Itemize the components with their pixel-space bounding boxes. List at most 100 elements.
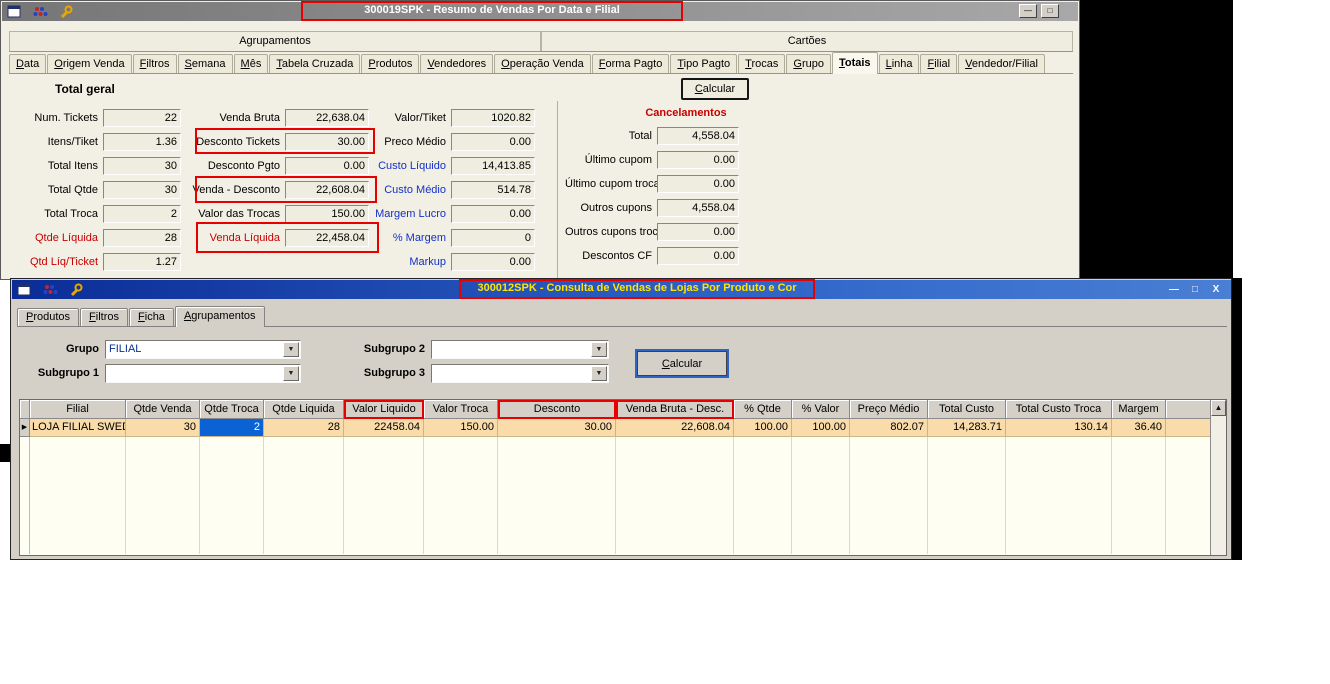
close-button[interactable]: X <box>1209 283 1223 296</box>
tab-data[interactable]: Data <box>9 54 47 73</box>
field-row: Markup 0.00 <box>333 253 535 271</box>
subgrupo3-combobox[interactable]: ▼ <box>431 364 609 383</box>
chevron-down-icon[interactable]: ▼ <box>283 366 299 381</box>
cell-qtde-liquida[interactable]: 28 <box>264 419 344 437</box>
minimize-button[interactable]: — <box>1019 4 1037 18</box>
screen: 300019SPK - Resumo de Vendas Por Data e … <box>0 0 1330 684</box>
tab-grupo[interactable]: Grupo <box>786 54 831 73</box>
calcular-button-resumo[interactable]: Calcular <box>681 78 749 100</box>
outros-cupons-value: 4,558.04 <box>657 199 739 217</box>
cell-margem[interactable]: 36.40 <box>1112 419 1166 437</box>
maximize-button[interactable]: □ <box>1041 4 1059 18</box>
col-header-valor-liquido[interactable]: Valor Liquido <box>344 400 424 419</box>
subgrupo2-combobox[interactable]: ▼ <box>431 340 609 359</box>
table-row[interactable]: ▶ LOJA FILIAL SWEDA 30 2 28 22458.04 150… <box>20 419 1212 437</box>
tab-filtros[interactable]: Filtros <box>80 308 129 326</box>
group-tabset: Agrupamentos Cartões <box>9 31 1073 52</box>
col-header-qtde-liquida[interactable]: Qtde Liquida <box>264 400 344 419</box>
cell-preco-medio[interactable]: 802.07 <box>850 419 928 437</box>
calcular-button-consulta[interactable]: Calcular <box>637 351 727 376</box>
qtd-liq-ticket-label: Qtd Líq/Ticket <box>29 256 98 268</box>
group-tab-agrupamentos[interactable]: Agrupamentos <box>9 31 541 51</box>
outros-cupons-label: Outros cupons <box>580 202 652 214</box>
grupo-combobox[interactable]: FILIAL ▼ <box>105 340 301 359</box>
cell-total-custo[interactable]: 14,283.71 <box>928 419 1006 437</box>
background-fragment <box>0 444 10 462</box>
group-tab-cartoes[interactable]: Cartões <box>541 31 1073 51</box>
ultimo-cupom-value: 0.00 <box>657 151 739 169</box>
col-header-valor-troca[interactable]: Valor Troca <box>424 400 498 419</box>
tab-filtros[interactable]: Filtros <box>132 54 177 73</box>
marker-column-header <box>20 400 30 419</box>
col-header-total-custo[interactable]: Total Custo <box>928 400 1006 419</box>
tab-forma-pagto[interactable]: Forma Pagto <box>591 54 670 73</box>
total-qtde-label: Total Qtde <box>47 184 98 196</box>
tab-tabela-cruzada[interactable]: Tabela Cruzada <box>269 54 361 73</box>
cell-total-custo-troca[interactable]: 130.14 <box>1006 419 1112 437</box>
tab-vendedores[interactable]: Vendedores <box>420 54 494 73</box>
cancel-total-value: 4,558.04 <box>657 127 739 145</box>
body-col <box>126 437 200 554</box>
body-col <box>344 437 424 554</box>
wrench-icon[interactable] <box>59 5 75 19</box>
col-header-pct-valor[interactable]: % Valor <box>792 400 850 419</box>
total-troca-label: Total Troca <box>44 208 98 220</box>
chevron-down-icon[interactable]: ▼ <box>283 342 299 357</box>
tab-linha[interactable]: Linha <box>878 54 920 73</box>
tab-semana[interactable]: Semana <box>177 54 233 73</box>
tab-operacao-venda[interactable]: Operação Venda <box>494 54 591 73</box>
col-header-pct-qtde[interactable]: % Qtde <box>734 400 792 419</box>
scroll-up-icon[interactable]: ▲ <box>1211 400 1226 416</box>
tab-tipo-pagto[interactable]: Tipo Pagto <box>670 54 738 73</box>
tab-mes[interactable]: Mês <box>233 54 269 73</box>
tab-ficha[interactable]: Ficha <box>129 308 174 326</box>
cell-pct-qtde[interactable]: 100.00 <box>734 419 792 437</box>
wrench-icon[interactable] <box>69 283 85 297</box>
cell-venda-bruta-desc[interactable]: 22,608.04 <box>616 419 734 437</box>
minimize-button[interactable]: — <box>1167 283 1181 296</box>
cell-pct-valor[interactable]: 100.00 <box>792 419 850 437</box>
totals-column-quantities: Num. Tickets 22 Itens/Tiket 1.36 Total Ite… <box>7 109 181 277</box>
vertical-scrollbar[interactable]: ▲ <box>1210 400 1226 555</box>
col-header-total-custo-troca[interactable]: Total Custo Troca <box>1006 400 1112 419</box>
cell-desconto[interactable]: 30.00 <box>498 419 616 437</box>
cell-valor-troca[interactable]: 150.00 <box>424 419 498 437</box>
desktop-background <box>1080 0 1233 280</box>
col-header-preco-medio[interactable]: Preço Médio <box>850 400 928 419</box>
body-col <box>792 437 850 554</box>
cell-qtde-venda[interactable]: 30 <box>126 419 200 437</box>
tab-produtos[interactable]: Produtos <box>361 54 420 73</box>
desconto-tickets-label: Desconto Tickets <box>196 136 280 148</box>
cell-filial[interactable]: LOJA FILIAL SWEDA <box>30 419 126 437</box>
subgrupo1-combobox[interactable]: ▼ <box>105 364 301 383</box>
team-dots-icon[interactable] <box>43 283 59 297</box>
col-header-desconto[interactable]: Desconto <box>498 400 616 419</box>
cell-qtde-troca-selected[interactable]: 2 <box>200 419 264 437</box>
col-header-qtde-venda[interactable]: Qtde Venda <box>126 400 200 419</box>
app-window-icon[interactable] <box>7 5 23 19</box>
col-header-qtde-troca[interactable]: Qtde Troca <box>200 400 264 419</box>
grupo-label: Grupo <box>66 343 99 355</box>
tab-filial[interactable]: Filial <box>920 54 958 73</box>
col-header-venda-bruta-desc[interactable]: Venda Bruta - Desc. <box>616 400 734 419</box>
tab-totais[interactable]: Totais <box>831 52 878 74</box>
venda-desconto-label: Venda - Desconto <box>192 184 280 196</box>
col-header-margem[interactable]: Margem <box>1112 400 1166 419</box>
chevron-down-icon[interactable]: ▼ <box>591 342 607 357</box>
team-dots-icon[interactable] <box>33 5 49 19</box>
cell-valor-liquido[interactable]: 22458.04 <box>344 419 424 437</box>
desconto-pgto-label: Desconto Pgto <box>207 160 280 172</box>
tab-origem-venda[interactable]: Origem Venda <box>47 54 132 73</box>
tab-trocas[interactable]: Trocas <box>738 54 786 73</box>
tab-produtos[interactable]: Produtos <box>17 308 80 326</box>
window-title-consulta: 300012SPK - Consulta de Vendas de Lojas … <box>459 279 815 299</box>
app-window-icon[interactable] <box>17 283 33 297</box>
tab-vendedor-filial[interactable]: Vendedor/Filial <box>958 54 1045 73</box>
maximize-button[interactable]: □ <box>1188 283 1202 296</box>
chevron-down-icon[interactable]: ▼ <box>591 366 607 381</box>
field-row: Total Troca 2 <box>7 205 181 223</box>
field-row: Custo Líquido 14,413.85 <box>333 157 535 175</box>
tab-agrupamentos[interactable]: Agrupamentos <box>174 306 265 327</box>
col-header-filial[interactable]: Filial <box>30 400 126 419</box>
field-row: Valor/Tiket 1020.82 <box>333 109 535 127</box>
